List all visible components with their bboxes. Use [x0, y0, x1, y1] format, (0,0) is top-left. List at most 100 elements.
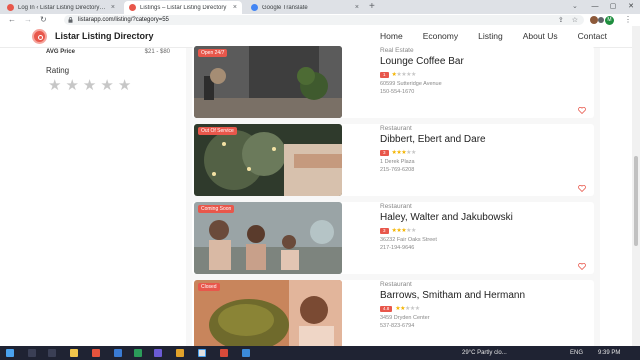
nav-economy[interactable]: Economy — [423, 31, 458, 41]
new-tab-button[interactable]: + — [369, 1, 375, 13]
address-bar[interactable]: listarapp.com/listing/?category=55 ⇪ ☆ — [64, 15, 584, 25]
star-icon[interactable]: ★ — [65, 78, 78, 94]
task-view-icon[interactable] — [48, 349, 56, 357]
listing-category[interactable]: Real Estate — [380, 47, 414, 54]
extensions-puzzle-icon[interactable] — [598, 17, 604, 23]
rating-stars: ★★★★★ — [391, 150, 417, 156]
window-controls: — ▢ ✕ — [586, 0, 640, 14]
app-icon[interactable] — [176, 349, 184, 357]
listing-rating: 1 ★★★★★ — [380, 72, 416, 78]
heart-icon[interactable] — [578, 263, 586, 270]
heart-icon[interactable] — [578, 185, 586, 192]
listing-title[interactable]: Haley, Walter and Jakubowski — [380, 212, 513, 223]
app-icon[interactable] — [134, 349, 142, 357]
close-icon[interactable]: × — [233, 4, 237, 11]
listing-card[interactable]: Coming Soon Restaurant Haley, Walter and… — [192, 202, 594, 274]
tab-google-translate[interactable]: Google Translate × — [246, 1, 364, 14]
nav-home[interactable]: Home — [380, 31, 403, 41]
status-badge: Open 24/7 — [198, 49, 228, 57]
listing-thumbnail[interactable]: Closed — [194, 280, 342, 346]
google-translate-favicon-icon — [251, 4, 258, 11]
close-icon[interactable]: × — [111, 4, 115, 11]
listing-rating: 3 ★★★★★ — [380, 150, 416, 156]
listing-phone: 150-554-1670 — [380, 89, 415, 95]
listing-title[interactable]: Lounge Coffee Bar — [380, 56, 464, 67]
search-icon[interactable] — [28, 349, 36, 357]
listing-rating: 3 ★★★★★ — [380, 228, 416, 234]
chrome-taskbar-icon[interactable] — [198, 349, 206, 357]
star-icon[interactable]: ★ — [100, 78, 113, 94]
rating-stars: ★★★★★ — [395, 306, 420, 312]
status-badge: Coming Soon — [198, 205, 235, 213]
tab-listings[interactable]: Listings – Listar Listing Directory × — [124, 1, 242, 14]
heart-icon[interactable] — [578, 107, 586, 114]
rating-score: 3 — [380, 150, 389, 156]
avg-price-value: $21 - $80 — [144, 49, 170, 55]
avg-price-label: AVG Price — [46, 49, 75, 55]
extension-icon[interactable] — [590, 16, 598, 24]
windows-start-icon[interactable] — [6, 349, 14, 357]
listar-favicon-icon — [7, 4, 14, 11]
maximize-button[interactable]: ▢ — [604, 0, 622, 14]
listing-card[interactable]: Closed Restaurant Barrows, Smitham and H… — [192, 280, 594, 346]
site-header: Listar Listing Directory Home Economy Li… — [0, 26, 632, 48]
reload-button[interactable]: ↻ — [40, 14, 47, 26]
status-badge: Out Of Service — [198, 127, 237, 135]
clock[interactable]: 9:39 PM — [598, 349, 620, 357]
browser-tab-strip: Log In ‹ Listar Listing Directory — W × … — [0, 0, 640, 14]
file-explorer-icon[interactable] — [70, 349, 78, 357]
listing-category[interactable]: Restaurant — [380, 281, 412, 288]
page-scrollbar-thumb[interactable] — [634, 156, 638, 246]
app-icon[interactable] — [92, 349, 100, 357]
nav-contact[interactable]: Contact — [578, 31, 607, 41]
vscode-icon[interactable] — [154, 349, 162, 357]
close-window-button[interactable]: ✕ — [622, 0, 640, 14]
nav-listing[interactable]: Listing — [478, 31, 503, 41]
omnibox-actions: ⇪ ☆ — [558, 16, 578, 26]
listing-title[interactable]: Barrows, Smitham and Hermann — [380, 290, 525, 301]
share-icon[interactable]: ⇪ — [558, 16, 564, 26]
minimize-button[interactable]: — — [586, 0, 604, 14]
listing-results: Open 24/7 Real Estate Lounge Coffee Bar … — [186, 46, 600, 346]
listing-card[interactable]: Open 24/7 Real Estate Lounge Coffee Bar … — [192, 46, 594, 118]
browser-menu-icon[interactable]: ⋮ — [624, 15, 632, 24]
back-button[interactable]: ← — [8, 14, 16, 26]
site-brand[interactable]: Listar Listing Directory — [55, 31, 154, 41]
tab-search-icon[interactable]: ⌄ — [572, 2, 578, 10]
tab-title: Listings – Listar Listing Directory — [140, 4, 227, 11]
listing-address: 3459 Dryden Center — [380, 315, 430, 321]
rating-score: 1 — [380, 72, 389, 78]
tab-login[interactable]: Log In ‹ Listar Listing Directory — W × — [2, 1, 120, 14]
listing-address: 1 Derek Plaza — [380, 159, 415, 165]
star-icon[interactable]: ★ — [48, 78, 61, 94]
app-icon[interactable] — [114, 349, 122, 357]
close-icon[interactable]: × — [355, 4, 359, 11]
site-logo-icon[interactable] — [32, 29, 47, 44]
tab-title: Log In ‹ Listar Listing Directory — W — [18, 4, 107, 11]
browser-toolbar: ← → ↻ listarapp.com/listing/?category=55… — [0, 14, 640, 26]
listing-address: 60599 Sutteridge Avenue — [380, 81, 442, 87]
profile-avatar[interactable]: M — [605, 16, 614, 25]
nav-about-us[interactable]: About Us — [523, 31, 558, 41]
bookmark-star-icon[interactable]: ☆ — [572, 16, 578, 26]
listing-thumbnail[interactable]: Out Of Service — [194, 124, 342, 196]
listing-title[interactable]: Dibbert, Ebert and Dare — [380, 134, 486, 145]
input-language[interactable]: ENG — [570, 349, 583, 357]
listing-thumbnail[interactable]: Open 24/7 — [194, 46, 342, 118]
listing-category[interactable]: Restaurant — [380, 203, 412, 210]
star-icon[interactable]: ★ — [83, 78, 96, 94]
listing-phone: 537-823-6794 — [380, 323, 415, 329]
forward-button[interactable]: → — [24, 14, 32, 26]
listing-category[interactable]: Restaurant — [380, 125, 412, 132]
star-icon[interactable]: ★ — [118, 78, 131, 94]
listar-favicon-icon — [129, 4, 136, 11]
main-nav: Home Economy Listing About Us Contact — [380, 31, 607, 41]
app-icon[interactable] — [220, 349, 228, 357]
listing-rating: 4.8 ★★★★★ — [380, 306, 420, 312]
rating-filter-stars: ★ ★ ★ ★ ★ — [48, 78, 131, 94]
weather-widget[interactable]: 29°C Partly clo... — [462, 349, 507, 357]
listing-phone: 217-194-9646 — [380, 245, 415, 251]
listing-thumbnail[interactable]: Coming Soon — [194, 202, 342, 274]
app-icon[interactable] — [242, 349, 250, 357]
listing-card[interactable]: Out Of Service Restaurant Dibbert, Ebert… — [192, 124, 594, 196]
